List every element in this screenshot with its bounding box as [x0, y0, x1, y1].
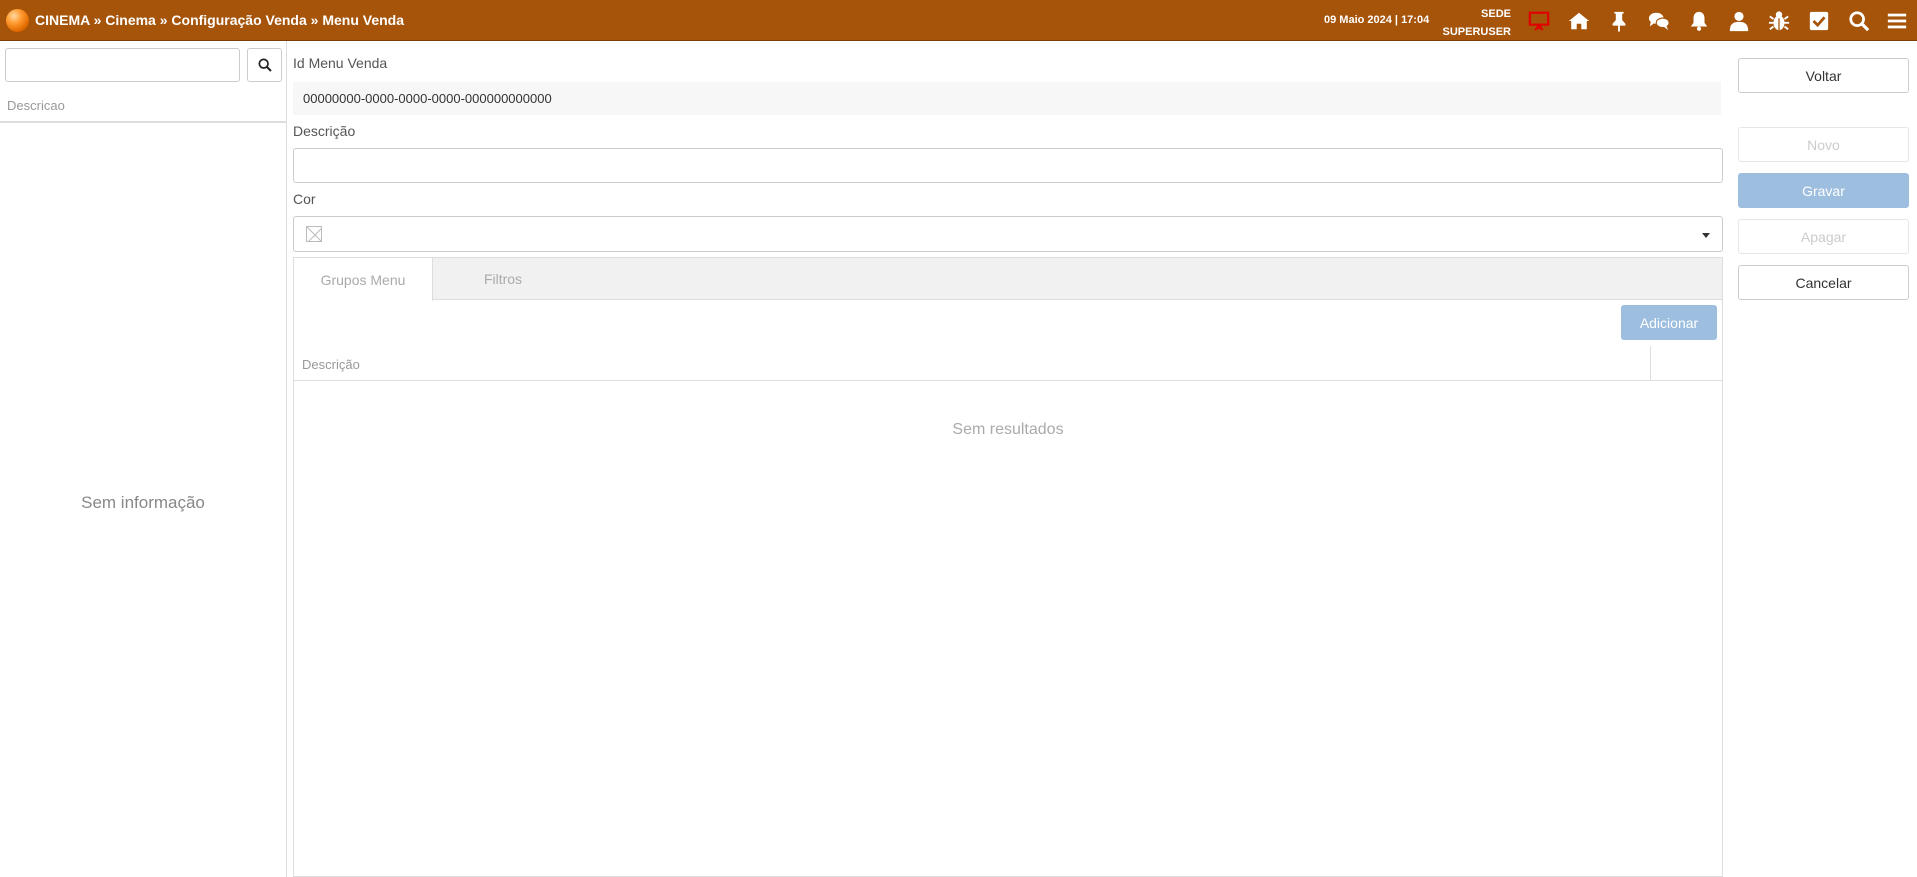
apagar-button[interactable]: Apagar — [1738, 219, 1909, 254]
divider — [0, 121, 286, 123]
empty-results: Sem resultados — [952, 421, 1064, 438]
id-value: 00000000-0000-0000-0000-000000000000 — [293, 82, 1721, 115]
descricao-label: Descrição — [293, 123, 356, 139]
pin-icon[interactable] — [1606, 8, 1632, 34]
search-input[interactable] — [5, 48, 240, 82]
logo-icon[interactable] — [6, 9, 29, 32]
user-label: SUPERUSER — [1442, 26, 1511, 38]
top-bar: CINEMA » Cinema » Configuração Venda » M… — [0, 0, 1917, 41]
search-button[interactable] — [247, 48, 282, 82]
cor-label: Cor — [293, 191, 316, 207]
monitor-icon[interactable] — [1526, 8, 1552, 34]
id-label: Id Menu Venda — [293, 55, 388, 71]
tab-bar: Grupos Menu Filtros — [294, 258, 1722, 301]
color-swatch-icon — [306, 226, 322, 242]
empty-message: Sem informação — [81, 493, 205, 512]
adicionar-button[interactable]: Adicionar — [1621, 305, 1717, 340]
chevron-down-icon — [1702, 233, 1710, 238]
site-user-info: SEDE SUPERUSER — [1443, 5, 1511, 41]
search-icon — [257, 58, 272, 72]
site-label: SEDE — [1481, 8, 1511, 20]
search-icon[interactable] — [1846, 8, 1872, 34]
bell-icon[interactable] — [1686, 8, 1712, 34]
tab-filtros[interactable]: Filtros — [433, 258, 573, 300]
grid-header: Descrição — [294, 346, 1722, 381]
menu-icon[interactable] — [1884, 8, 1910, 34]
user-icon[interactable] — [1726, 8, 1752, 34]
bug-icon[interactable] — [1766, 8, 1792, 34]
chat-icon[interactable] — [1646, 8, 1672, 34]
column-header-descricao[interactable]: Descrição — [302, 357, 360, 372]
datetime: 09 Maio 2024 | 17:04 — [1324, 14, 1430, 26]
home-icon[interactable] — [1566, 8, 1592, 34]
descricao-input[interactable] — [293, 148, 1723, 183]
column-divider — [1650, 346, 1651, 381]
novo-button[interactable]: Novo — [1738, 127, 1909, 162]
cancelar-button[interactable]: Cancelar — [1738, 265, 1909, 300]
left-panel: Descricao Sem informação — [0, 41, 287, 877]
breadcrumb[interactable]: CINEMA » Cinema » Configuração Venda » M… — [35, 12, 404, 28]
column-header-descricao[interactable]: Descricao — [7, 98, 65, 113]
checkbox-icon[interactable] — [1806, 8, 1832, 34]
voltar-button[interactable]: Voltar — [1738, 58, 1909, 93]
tabs-panel: Grupos Menu Filtros Adicionar Descrição … — [293, 257, 1723, 877]
cor-select[interactable] — [293, 216, 1723, 252]
gravar-button[interactable]: Gravar — [1738, 173, 1909, 208]
tab-grupos-menu[interactable]: Grupos Menu — [294, 258, 433, 301]
